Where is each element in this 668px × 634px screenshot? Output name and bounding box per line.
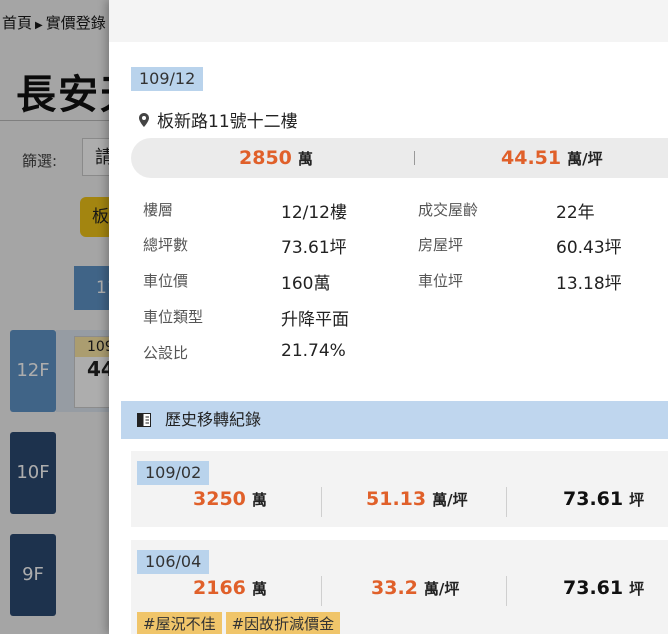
tag-price-reduction[interactable]: #因故折減價金 <box>225 612 341 634</box>
history-unit-price-unit: 萬/坪 <box>432 491 468 509</box>
unit-price-unit: 萬/坪 <box>567 150 603 168</box>
history-area-value: 73.61 <box>563 488 624 510</box>
detail-value-age: 22年 <box>556 203 595 223</box>
column-divider <box>506 576 507 606</box>
detail-value-total-area: 73.61坪 <box>281 238 347 258</box>
detail-value-parking-price: 160萬 <box>281 274 331 294</box>
detail-label-total-area: 總坪數 <box>143 236 189 254</box>
column-divider <box>321 487 322 517</box>
history-record-price: 3250 萬 <box>193 488 267 510</box>
address-text: 板新路11號十二樓 <box>157 112 298 132</box>
total-price-unit: 萬 <box>297 150 313 168</box>
total-price-value: 2850 <box>239 147 292 169</box>
drawer-header-strip <box>109 0 668 42</box>
history-record: 106/04 2166 萬 33.2 萬/坪 73.61 坪 #屋況不佳 #因故折減價金 <box>131 540 668 634</box>
history-record-unit-price: 51.13 萬/坪 <box>366 488 468 510</box>
history-record-area: 73.61 坪 <box>563 488 644 510</box>
detail-label-parking-price: 車位價 <box>143 272 189 290</box>
history-record-price: 2166 萬 <box>193 577 267 599</box>
history-record-area: 73.61 坪 <box>563 577 644 599</box>
history-unit-price-value: 51.13 <box>366 488 427 510</box>
detail-value-floor: 12/12樓 <box>281 203 347 223</box>
history-price-unit: 萬 <box>251 491 267 509</box>
detail-value-parking-type: 升降平面 <box>281 310 349 330</box>
detail-label-floor: 樓層 <box>143 201 174 219</box>
history-section-title: 歷史移轉紀錄 <box>165 410 262 429</box>
transaction-date-badge: 109/12 <box>131 67 204 91</box>
location-pin-icon <box>139 113 149 131</box>
detail-label-parking-type: 車位類型 <box>143 308 204 326</box>
history-section-header: 歷史移轉紀錄 <box>121 401 668 439</box>
detail-value-public-ratio: 21.74% <box>281 341 346 361</box>
history-unit-price-unit: 萬/坪 <box>423 580 460 598</box>
history-price-value: 3250 <box>193 488 246 510</box>
unit-price: 44.51 萬/坪 <box>501 138 603 179</box>
history-unit-price-value: 33.2 <box>371 577 418 599</box>
detail-value-parking-area: 13.18坪 <box>556 274 622 294</box>
history-area-value: 73.61 <box>563 577 624 599</box>
history-area-unit: 坪 <box>629 491 645 509</box>
detail-label-parking-area: 車位坪 <box>418 272 464 290</box>
tag-poor-condition[interactable]: #屋況不佳 <box>137 612 222 634</box>
price-summary-pill: 2850 萬 44.51 萬/坪 <box>131 138 668 178</box>
history-record-tags: #屋況不佳 #因故折減價金 <box>137 612 344 634</box>
detail-label-house-area: 房屋坪 <box>418 236 464 254</box>
history-price-unit: 萬 <box>251 580 267 598</box>
unit-price-value: 44.51 <box>501 147 562 169</box>
history-record-unit-price: 33.2 萬/坪 <box>371 577 459 599</box>
address: 板新路11號十二樓 <box>139 107 298 132</box>
transaction-detail-drawer: 109/12 板新路11號十二樓 2850 萬 44.51 萬/坪 樓層 12/12… <box>109 0 668 634</box>
column-divider <box>321 576 322 606</box>
column-divider <box>506 487 507 517</box>
book-icon <box>137 413 151 427</box>
total-price: 2850 萬 <box>239 138 313 179</box>
history-record-date: 106/04 <box>137 550 210 574</box>
history-price-value: 2166 <box>193 577 246 599</box>
history-area-unit: 坪 <box>629 580 645 598</box>
detail-value-house-area: 60.43坪 <box>556 238 622 258</box>
detail-label-public-ratio: 公設比 <box>143 344 189 362</box>
history-record: 109/02 3250 萬 51.13 萬/坪 73.61 坪 <box>131 451 668 527</box>
pill-divider <box>414 151 415 165</box>
detail-label-age: 成交屋齡 <box>418 201 479 219</box>
history-record-date: 109/02 <box>137 461 210 485</box>
